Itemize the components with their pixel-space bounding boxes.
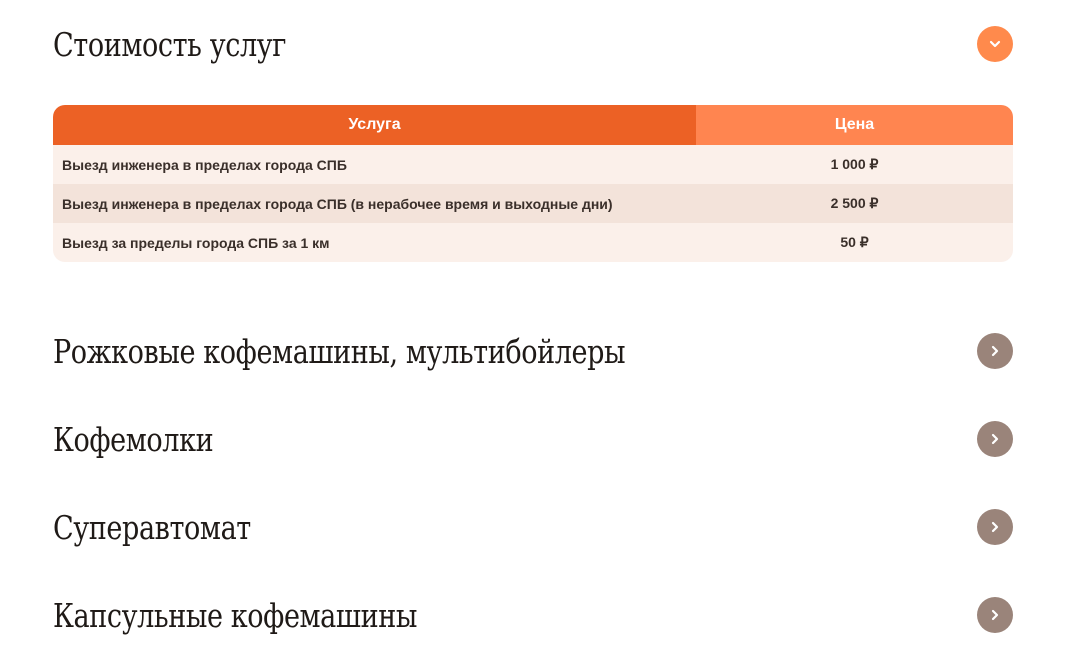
section-title: Кофемолки [53,419,214,459]
table-row: Выезд за пределы города СПБ за 1 км 50 ₽ [53,223,1013,262]
section-title: Суперавтомат [53,507,251,547]
price-table: Услуга Цена Выезд инженера в пределах го… [53,105,1013,262]
accordion-header-group-machines[interactable]: Рожковые кофемашины, мультибойлеры [53,327,1013,375]
table-cell-service: Выезд за пределы города СПБ за 1 км [62,234,330,251]
table-cell-service: Выезд инженера в пределах города СПБ (в … [62,195,613,212]
chevron-down-icon[interactable] [977,26,1013,62]
table-row: Выезд инженера в пределах города СПБ 1 0… [53,145,1013,184]
table-header: Услуга Цена [53,105,1013,145]
accordion-section-grinders: Кофемолки [53,415,1013,463]
accordion-section-superautomat: Суперавтомат [53,503,1013,551]
table-cell-price: 50 ₽ [840,234,869,250]
section-title: Стоимость услуг [53,24,287,64]
section-title: Капсульные кофемашины [53,595,418,635]
accordion-header-capsule-machines[interactable]: Капсульные кофемашины [53,591,1013,639]
accordion-section-capsule-machines: Капсульные кофемашины [53,591,1013,639]
accordion-header-pricing[interactable]: Стоимость услуг [53,20,1013,68]
table-row: Выезд инженера в пределах города СПБ (в … [53,184,1013,223]
column-header-price: Цена [696,105,1013,145]
accordion-section-pricing: Стоимость услуг [53,20,1013,68]
table-cell-price: 2 500 ₽ [830,195,879,211]
chevron-right-icon[interactable] [977,509,1013,545]
accordion-header-grinders[interactable]: Кофемолки [53,415,1013,463]
chevron-right-icon[interactable] [977,421,1013,457]
table-cell-service: Выезд инженера в пределах города СПБ [62,156,347,173]
chevron-right-icon[interactable] [977,333,1013,369]
section-title: Рожковые кофемашины, мультибойлеры [53,331,626,371]
table-cell-price: 1 000 ₽ [830,156,879,172]
accordion-header-superautomat[interactable]: Суперавтомат [53,503,1013,551]
accordion-section-group-machines: Рожковые кофемашины, мультибойлеры [53,327,1013,375]
chevron-right-icon[interactable] [977,597,1013,633]
column-header-service: Услуга [53,105,696,145]
